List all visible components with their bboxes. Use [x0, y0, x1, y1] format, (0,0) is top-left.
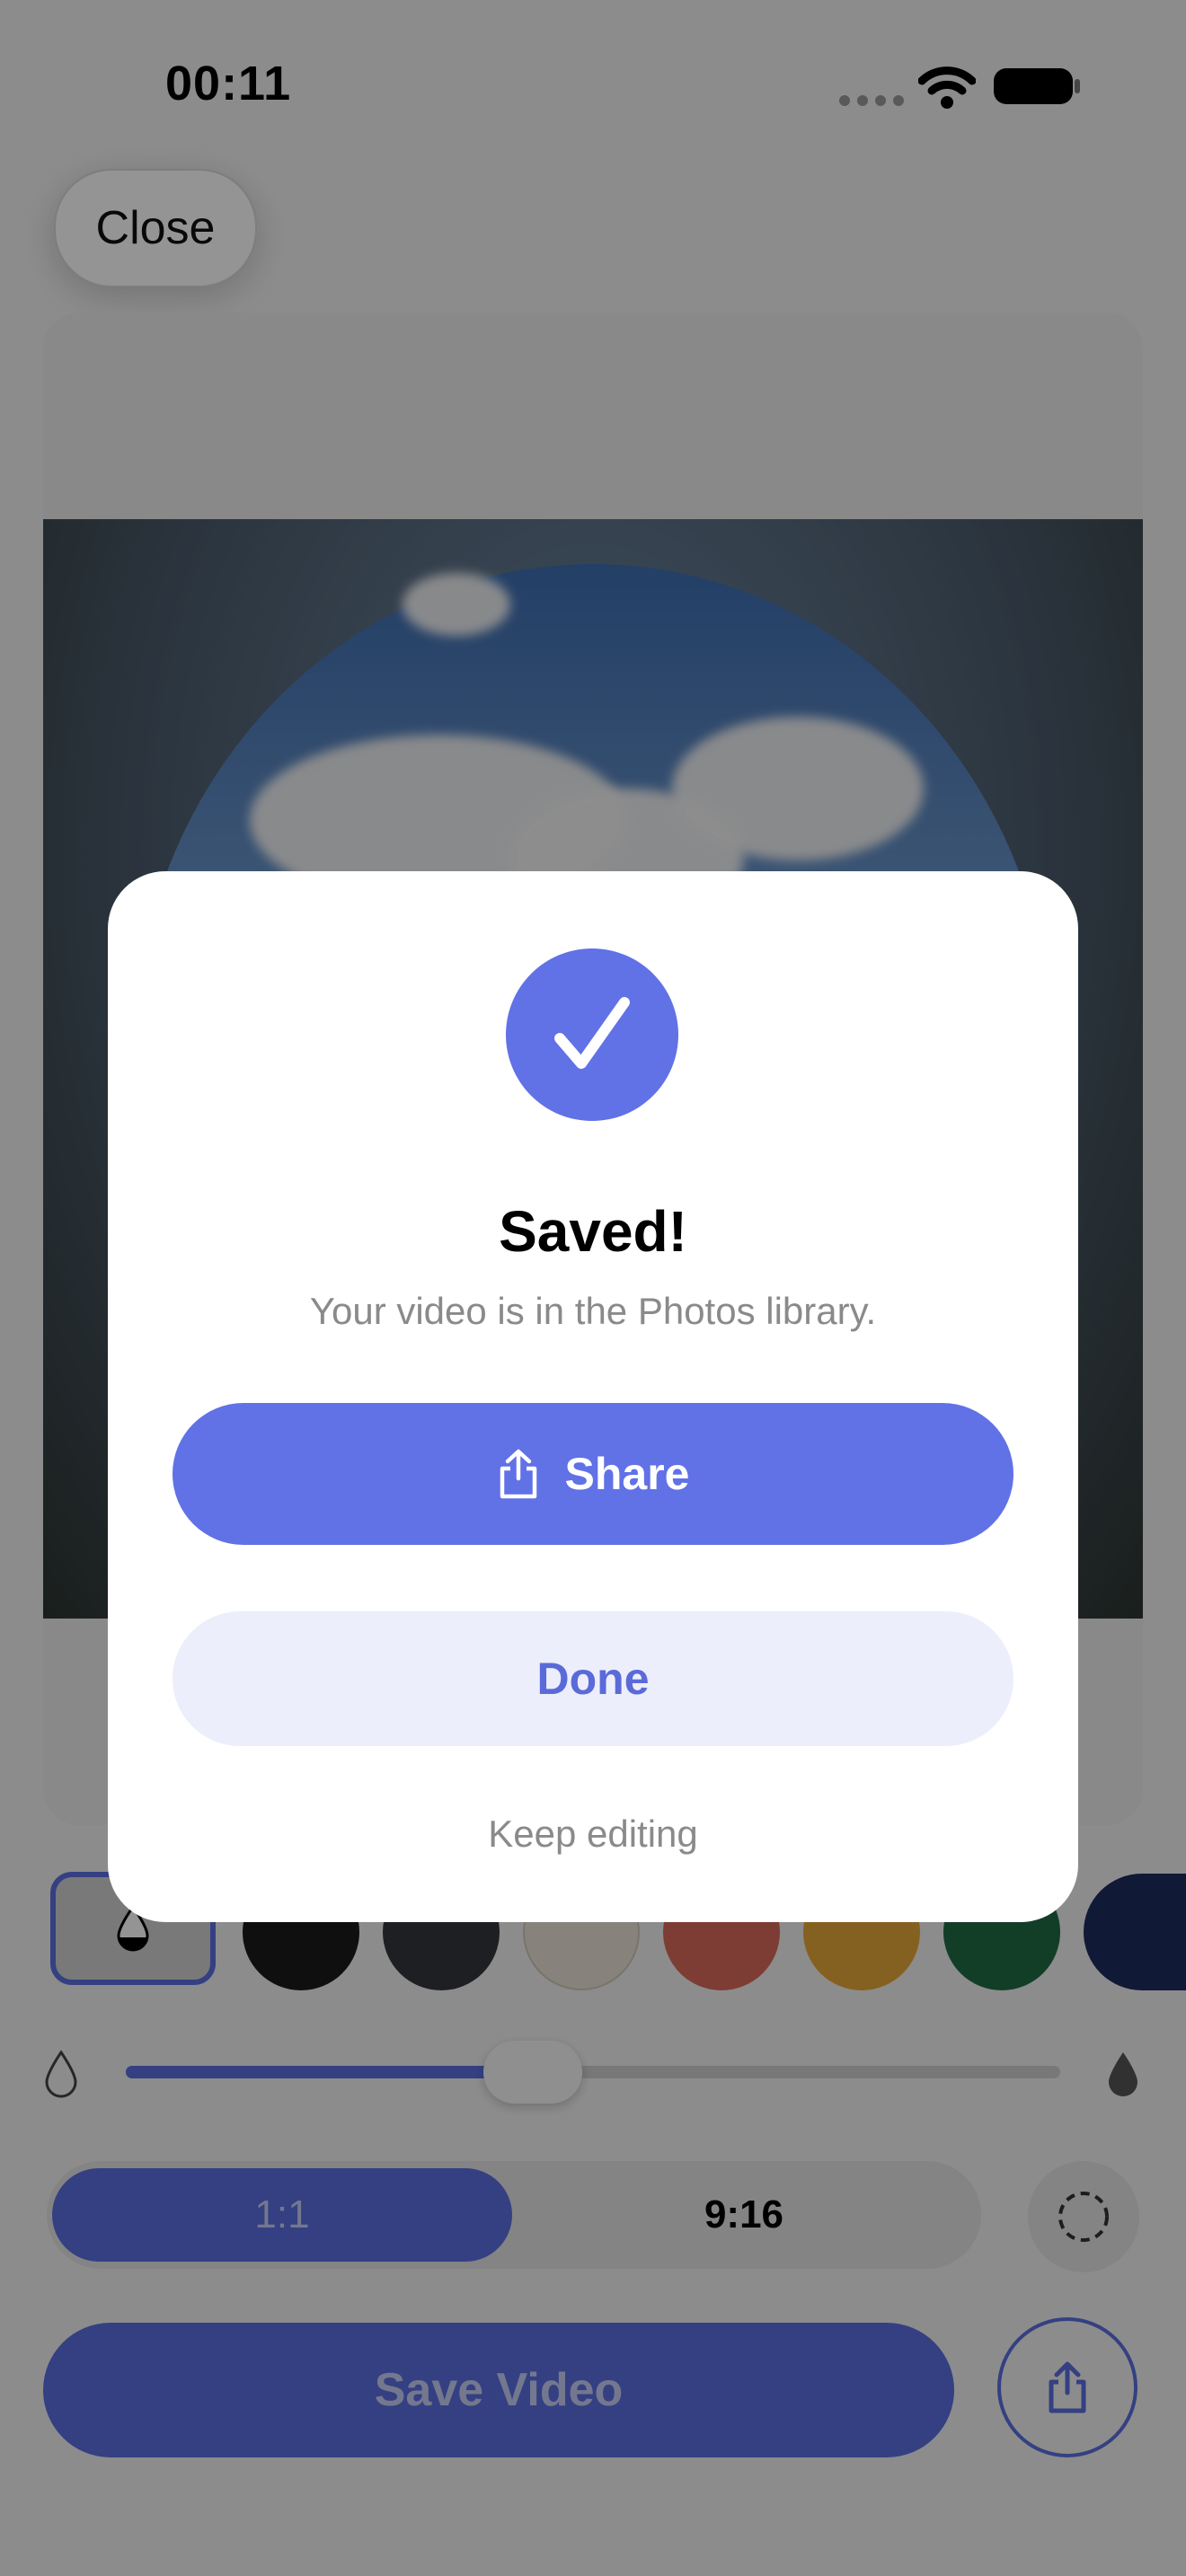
share-button[interactable]: Share — [173, 1403, 1013, 1545]
done-button[interactable]: Done — [173, 1611, 1013, 1746]
checkmark-icon — [554, 997, 630, 1069]
share-button-label: Share — [564, 1449, 690, 1499]
checkmark-badge — [506, 948, 678, 1121]
dialog-subtitle: Your video is in the Photos library. — [309, 1290, 877, 1332]
dialog-title: Saved! — [499, 1199, 687, 1264]
keep-editing-link[interactable]: Keep editing — [108, 1813, 1078, 1856]
share-icon — [500, 1449, 536, 1499]
